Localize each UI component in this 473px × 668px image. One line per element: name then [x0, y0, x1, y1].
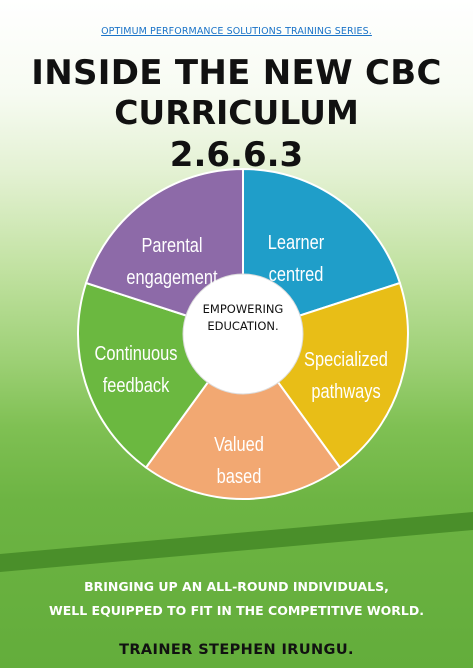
diagonal-stripe [0, 512, 473, 572]
tagline-line-2: WELL EQUIPPED TO FIT IN THE COMPETITIVE … [48, 603, 425, 618]
tagline-line-1: BRINGING UP AN ALL-ROUND INDIVIDUALS, [84, 579, 389, 594]
stripe-band [0, 512, 473, 572]
trainer-name: TRAINER STEPHEN IRUNGU. [119, 642, 354, 658]
